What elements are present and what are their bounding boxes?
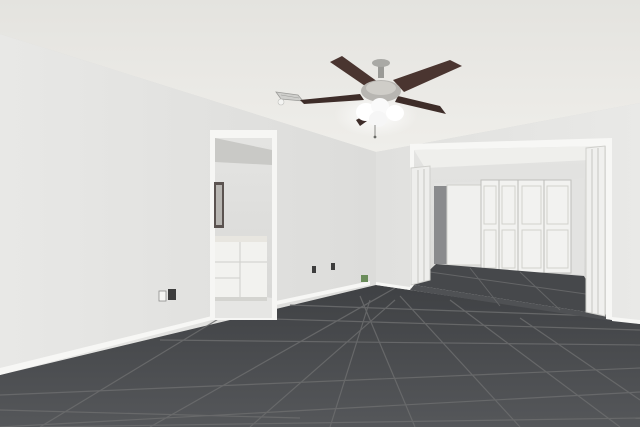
room-photo: [0, 0, 640, 427]
closet-doors: [480, 179, 572, 274]
interior-door: [446, 184, 482, 266]
left-bifold-panel: [410, 165, 431, 286]
right-bifold-panel: [585, 145, 606, 317]
bifold-doorway: [410, 138, 612, 320]
bathroom-vanity: [215, 236, 267, 301]
bathroom-doorway: [210, 130, 277, 320]
